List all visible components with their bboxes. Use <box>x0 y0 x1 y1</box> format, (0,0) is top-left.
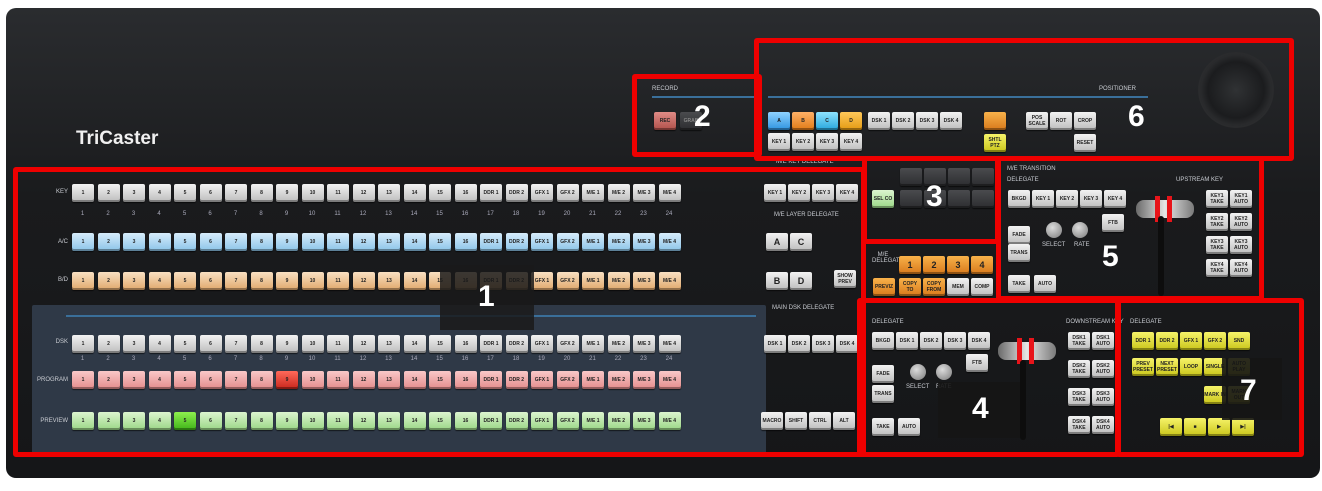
previz-btn[interactable]: PREVIZ <box>873 278 895 296</box>
callout-6: 6 <box>1128 100 1145 133</box>
me-delegate-btn-1[interactable]: 1 <box>899 256 921 274</box>
mem-btn[interactable]: MEM <box>947 278 969 296</box>
region-6-box <box>754 38 1294 161</box>
callout-5: 5 <box>1102 240 1119 273</box>
callout-2: 2 <box>694 100 711 133</box>
me-delegate-btn-3[interactable]: 3 <box>947 256 969 274</box>
copy-to-btn[interactable]: COPY TO <box>899 278 921 296</box>
comp-btn[interactable]: COMP <box>971 278 993 296</box>
callout-7: 7 <box>1240 374 1257 407</box>
brand-logo: TriCaster <box>76 128 159 149</box>
region-5-box <box>996 156 1264 301</box>
me-delegate-label: M/E DELEGATE <box>872 252 904 264</box>
me-delegate-btn-4[interactable]: 4 <box>971 256 993 274</box>
me-delegate-btn-2[interactable]: 2 <box>923 256 945 274</box>
callout-1: 1 <box>478 280 495 313</box>
copy-from-btn[interactable]: COPY FROM <box>923 278 945 296</box>
callout-4: 4 <box>972 392 989 425</box>
callout-3: 3 <box>926 180 943 213</box>
